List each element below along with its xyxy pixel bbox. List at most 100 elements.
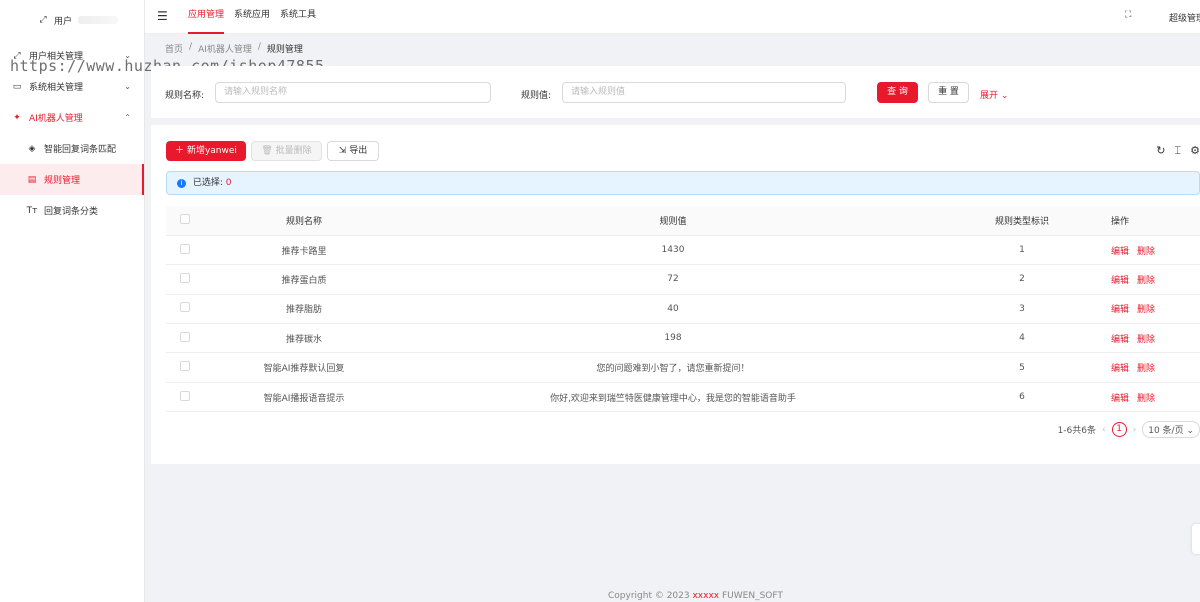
sidebar-user[interactable]: ⤢ 用户 xyxy=(0,0,144,40)
delete-link[interactable]: 删除 xyxy=(1137,364,1155,374)
rule-value-cell: 您的问题难到小智了，请您重新提问！ xyxy=(404,352,942,383)
sidebar-item-system-management[interactable]: ▭ 系统相关管理 ⌄ xyxy=(0,71,144,102)
row-select-cell xyxy=(166,235,204,266)
gear-icon[interactable]: ⚙ xyxy=(1190,144,1200,158)
rule-value-label: 规则值: xyxy=(521,91,552,101)
chevron-down-icon: ⌄ xyxy=(1186,426,1194,436)
query-button[interactable]: 查 询 xyxy=(877,82,918,103)
export-icon: ⇲ xyxy=(338,146,347,156)
table-row: 推荐碳水 198 4 编辑 删除 xyxy=(166,323,1200,354)
menu-fold-icon[interactable]: ☰ xyxy=(157,9,168,23)
row-checkbox[interactable] xyxy=(180,361,190,372)
rule-value-input[interactable]: 请输入规则值 xyxy=(562,82,846,103)
sidebar-item-label: AI机器人管理 xyxy=(29,114,83,124)
edit-link[interactable]: 编辑 xyxy=(1111,394,1129,404)
copyright-brand[interactable]: xxxxx xyxy=(692,591,719,601)
row-checkbox[interactable] xyxy=(180,302,190,313)
row-checkbox[interactable] xyxy=(180,272,190,283)
rule-type-cell: 1 xyxy=(942,235,1102,266)
table-row: 智能AI推荐默认回复 您的问题难到小智了，请您重新提问！ 5 编辑 删除 xyxy=(166,352,1200,383)
tab-system-apps[interactable]: 系统应用 xyxy=(234,0,270,34)
sidebar-item-label: 规则管理 xyxy=(44,176,81,186)
tab-app-management[interactable]: 应用管理 xyxy=(188,0,225,34)
delete-link[interactable]: 删除 xyxy=(1137,305,1155,315)
page-number[interactable]: 1 xyxy=(1111,422,1127,437)
column-header[interactable]: 规则名称 xyxy=(204,206,404,236)
sidebar-item-label: 智能回复词条匹配 xyxy=(44,145,117,155)
actions-cell: 编辑 删除 xyxy=(1102,294,1200,325)
add-button[interactable]: ＋ 新增yanwei xyxy=(166,141,246,161)
export-button[interactable]: ⇲ 导出 xyxy=(327,141,379,161)
actions-cell: 编辑 删除 xyxy=(1102,264,1200,295)
edit-link[interactable]: 编辑 xyxy=(1111,247,1129,257)
column-header[interactable]: 规则值 xyxy=(404,206,942,236)
refresh-icon[interactable]: ↻ xyxy=(1156,144,1165,158)
rule-value-cell: 40 xyxy=(404,294,942,325)
expand-toggle[interactable]: 展开 ⌄ xyxy=(980,88,1008,101)
row-select-cell xyxy=(166,294,204,325)
sidebar-item-rules[interactable]: ▤ 规则管理 xyxy=(0,164,144,195)
actions-cell: 编辑 删除 xyxy=(1102,352,1200,383)
breadcrumb-home[interactable]: 首页 xyxy=(165,42,183,55)
row-select-cell xyxy=(166,352,204,383)
delete-link[interactable]: 删除 xyxy=(1137,276,1155,286)
breadcrumb: 首页 / AI机器人管理 / 规则管理 xyxy=(165,42,303,55)
select-all-checkbox[interactable] xyxy=(180,213,190,224)
info-icon: i xyxy=(177,179,186,188)
plus-icon: ＋ xyxy=(175,146,185,156)
row-checkbox[interactable] xyxy=(180,331,190,342)
row-checkbox[interactable] xyxy=(180,243,190,254)
window-icon: ▭ xyxy=(12,81,22,92)
blurred-username xyxy=(78,16,119,24)
sidebar-item-reply-category[interactable]: Tт 回复词条分类 xyxy=(0,195,144,226)
rule-name-label: 规则名称: xyxy=(165,91,205,101)
edit-link[interactable]: 编辑 xyxy=(1111,335,1129,345)
rule-type-cell: 2 xyxy=(942,264,1102,295)
rule-type-cell: 3 xyxy=(942,294,1102,325)
chevron-up-icon: ⌃ xyxy=(124,113,131,122)
batch-delete-button[interactable]: 🗑 批量删除 xyxy=(251,141,322,161)
fullscreen-icon[interactable]: ⛶ xyxy=(1125,10,1131,20)
sidebar-item-ai-robot[interactable]: ✦ AI机器人管理 ⌃ xyxy=(0,102,144,133)
selection-label: 已选择: xyxy=(192,178,223,188)
sidebar-item-reply-match[interactable]: ◈ 智能回复词条匹配 xyxy=(0,133,144,164)
delete-link[interactable]: 删除 xyxy=(1137,335,1155,345)
pagination: 1-6共6条 ‹ 1 › 10 条/页 ⌄ xyxy=(1058,421,1200,438)
edit-link[interactable]: 编辑 xyxy=(1111,276,1129,286)
breadcrumb-separator: / xyxy=(189,42,193,52)
rule-name-cell: 推荐卡路里 xyxy=(204,235,404,266)
top-bar: ☰ 应用管理 系统应用 系统工具 ⛶ 超级管理员 xyxy=(145,0,1200,34)
chevron-down-icon: ⌄ xyxy=(124,82,131,91)
sidebar: ⤢ 用户 ⤢ 用户相关管理 ⌄ ▭ 系统相关管理 ⌄ ✦ AI机器人管理 ⌃ ◈… xyxy=(0,0,145,602)
next-page-icon[interactable]: › xyxy=(1133,425,1137,435)
breadcrumb-ai-robot[interactable]: AI机器人管理 xyxy=(198,42,252,55)
copyright-text: Copyright © 2023 xyxy=(608,591,690,601)
breadcrumb-current: 规则管理 xyxy=(266,45,303,55)
drawer-handle[interactable] xyxy=(1192,524,1200,554)
rule-name-cell: 智能AI播报语音提示 xyxy=(204,382,404,413)
rule-value-cell: 你好,欢迎来到瑞竺特医健康管理中心，我是您的智能语音助手 xyxy=(404,382,942,413)
rule-value-cell: 72 xyxy=(404,264,942,295)
rule-name-input[interactable]: 请输入规则名称 xyxy=(215,82,491,103)
edit-link[interactable]: 编辑 xyxy=(1111,305,1129,315)
delete-link[interactable]: 删除 xyxy=(1137,394,1155,404)
tab-system-tools[interactable]: 系统工具 xyxy=(280,0,316,34)
reset-button[interactable]: 重 置 xyxy=(928,82,969,103)
column-header[interactable]: 规则类型标识 xyxy=(942,206,1102,236)
table-row: 推荐蛋白质 72 2 编辑 删除 xyxy=(166,264,1200,295)
column-height-icon[interactable]: ⌶ xyxy=(1175,144,1182,158)
prev-page-icon[interactable]: ‹ xyxy=(1102,425,1106,435)
footer: Copyright © 2023 xxxxx FUWEN_SOFT xyxy=(608,591,783,601)
table-card: ＋ 新增yanwei 🗑 批量删除 ⇲ 导出 ↻ ⌶ ⚙ i 已选择: 0 规则… xyxy=(151,125,1200,464)
page-size-select[interactable]: 10 条/页 ⌄ xyxy=(1142,421,1200,438)
delete-link[interactable]: 删除 xyxy=(1137,247,1155,257)
selection-count: 0 xyxy=(225,178,232,188)
row-checkbox[interactable] xyxy=(180,390,190,401)
actions-cell: 编辑 删除 xyxy=(1102,382,1200,413)
copyright-company: FUWEN_SOFT xyxy=(722,591,783,601)
user-menu[interactable]: 超级管理员 xyxy=(1169,11,1200,24)
edit-link[interactable]: 编辑 xyxy=(1111,364,1129,374)
table-row: 智能AI播报语音提示 你好,欢迎来到瑞竺特医健康管理中心，我是您的智能语音助手 … xyxy=(166,382,1200,413)
add-label: 新增yanwei xyxy=(186,146,237,156)
trash-icon: 🗑 xyxy=(261,146,273,156)
